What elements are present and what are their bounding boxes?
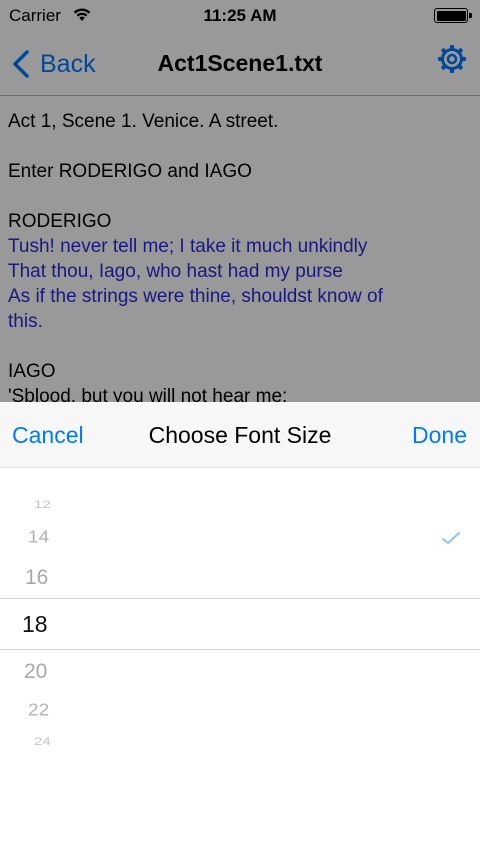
picker-option[interactable]: 14 (28, 528, 49, 548)
picker-option[interactable]: 16 (25, 566, 48, 590)
dim-overlay[interactable] (0, 0, 480, 402)
picker-option-selected[interactable]: 18 (22, 611, 48, 638)
font-size-sheet: Cancel Choose Font Size Done 12 14 16 18… (0, 402, 480, 852)
checkmark-icon (441, 531, 461, 545)
selection-top-divider (0, 598, 480, 599)
picker-option[interactable]: 20 (24, 660, 47, 684)
picker-toolbar: Cancel Choose Font Size Done (0, 402, 480, 468)
font-size-picker[interactable]: 12 14 16 18 20 22 24 (0, 468, 480, 768)
picker-option[interactable]: 12 (34, 498, 51, 511)
picker-option[interactable]: 22 (28, 701, 49, 721)
selection-bottom-divider (0, 649, 480, 650)
sheet-title: Choose Font Size (148, 422, 332, 448)
picker-option[interactable]: 24 (34, 735, 51, 748)
done-button[interactable]: Done (412, 422, 467, 449)
